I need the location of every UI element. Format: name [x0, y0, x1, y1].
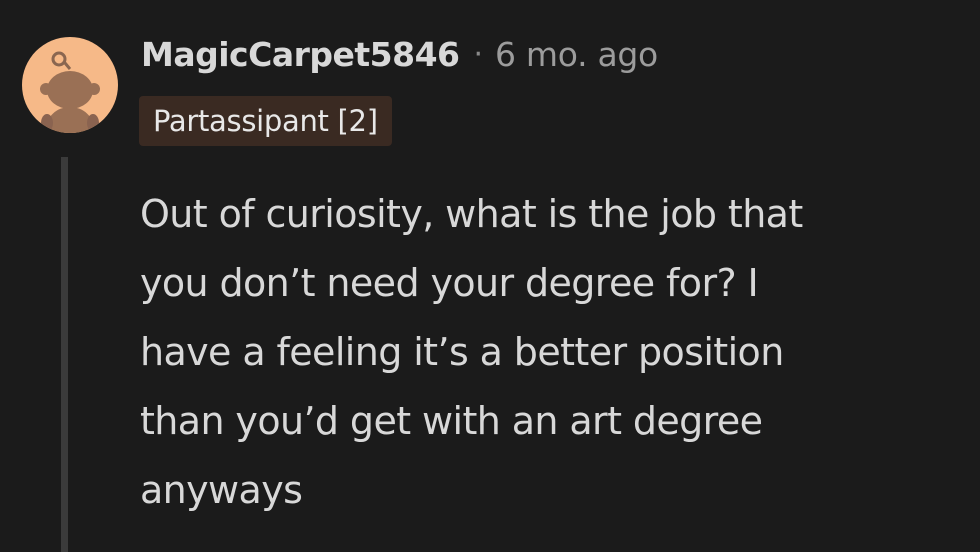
- user-flair-badge: Partassipant [2]: [139, 96, 392, 146]
- user-avatar-icon[interactable]: [22, 37, 118, 133]
- thread-collapse-line[interactable]: [61, 157, 68, 552]
- username-link[interactable]: MagicCarpet5846: [141, 35, 460, 74]
- timestamp-link[interactable]: 6 mo. ago: [495, 35, 658, 74]
- comment-body-line: you don’t need your degree for? I: [140, 261, 759, 305]
- comment-body: Out of curiosity, what is the job that yo…: [140, 180, 940, 525]
- comment-body-line: have a feeling it’s a better position: [140, 330, 784, 374]
- comment-body-line: Out of curiosity, what is the job that: [140, 192, 803, 236]
- snoo-avatar-icon: [40, 51, 100, 133]
- meta-separator: ·: [473, 36, 484, 72]
- comment: MagicCarpet5846 · 6 mo. ago Partassipant…: [0, 0, 980, 552]
- comment-body-line: anyways: [140, 468, 303, 512]
- comment-meta: MagicCarpet5846 · 6 mo. ago: [141, 28, 658, 80]
- comment-body-line: than you’d get with an art degree: [140, 399, 763, 443]
